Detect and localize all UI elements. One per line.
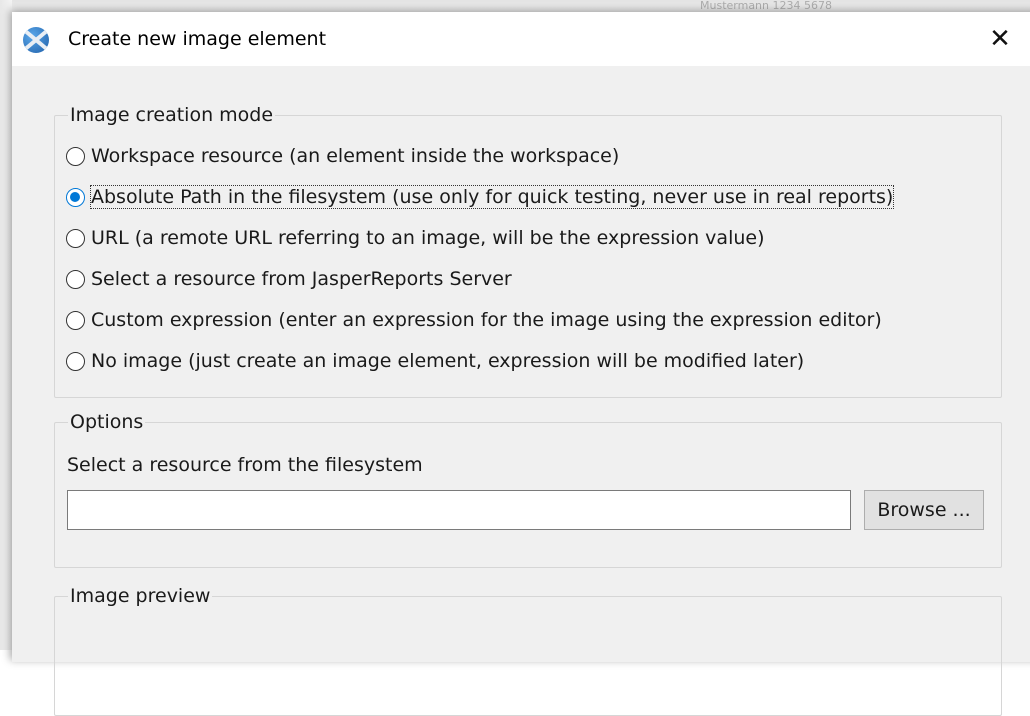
radio-no-image[interactable]: No image (just create an image element, … bbox=[66, 346, 804, 376]
browse-button[interactable]: Browse ... bbox=[864, 490, 984, 530]
radio-label: URL (a remote URL referring to an image,… bbox=[91, 227, 765, 249]
radio-button[interactable] bbox=[66, 228, 85, 248]
radio-button[interactable] bbox=[66, 269, 85, 289]
image-preview-legend: Image preview bbox=[68, 584, 213, 608]
radio-label: Workspace resource (an element inside th… bbox=[91, 145, 620, 167]
resource-field-label: Select a resource from the filesystem bbox=[67, 454, 423, 476]
radio-button[interactable] bbox=[66, 310, 85, 330]
radio-button[interactable] bbox=[66, 351, 85, 371]
background-window-left bbox=[0, 0, 12, 650]
resource-path-input[interactable] bbox=[67, 490, 851, 530]
radio-url[interactable]: URL (a remote URL referring to an image,… bbox=[66, 223, 765, 253]
radio-workspace-resource[interactable]: Workspace resource (an element inside th… bbox=[66, 141, 619, 171]
create-image-dialog: Create new image element ✕ Image creatio… bbox=[12, 12, 1030, 716]
title-bar: Create new image element ✕ bbox=[12, 12, 1030, 66]
dialog-title: Create new image element bbox=[68, 28, 327, 50]
image-preview-group bbox=[54, 596, 1002, 716]
radio-jasperreports-server[interactable]: Select a resource from JasperReports Ser… bbox=[66, 264, 512, 294]
background-text: Mustermann 1234 5678 bbox=[700, 0, 832, 12]
app-icon bbox=[23, 27, 49, 53]
image-creation-mode-legend: Image creation mode bbox=[68, 103, 276, 127]
radio-absolute-path[interactable]: Absolute Path in the filesystem (use onl… bbox=[66, 182, 895, 212]
radio-custom-expression[interactable]: Custom expression (enter an expression f… bbox=[66, 305, 882, 335]
close-icon[interactable]: ✕ bbox=[984, 23, 1016, 55]
radio-button[interactable] bbox=[66, 146, 85, 166]
radio-button-selected[interactable] bbox=[66, 187, 85, 207]
radio-label: Select a resource from JasperReports Ser… bbox=[91, 268, 512, 290]
radio-label: No image (just create an image element, … bbox=[91, 350, 805, 372]
options-legend: Options bbox=[68, 410, 146, 434]
radio-label: Custom expression (enter an expression f… bbox=[91, 309, 882, 331]
radio-label: Absolute Path in the filesystem (use onl… bbox=[89, 185, 895, 209]
